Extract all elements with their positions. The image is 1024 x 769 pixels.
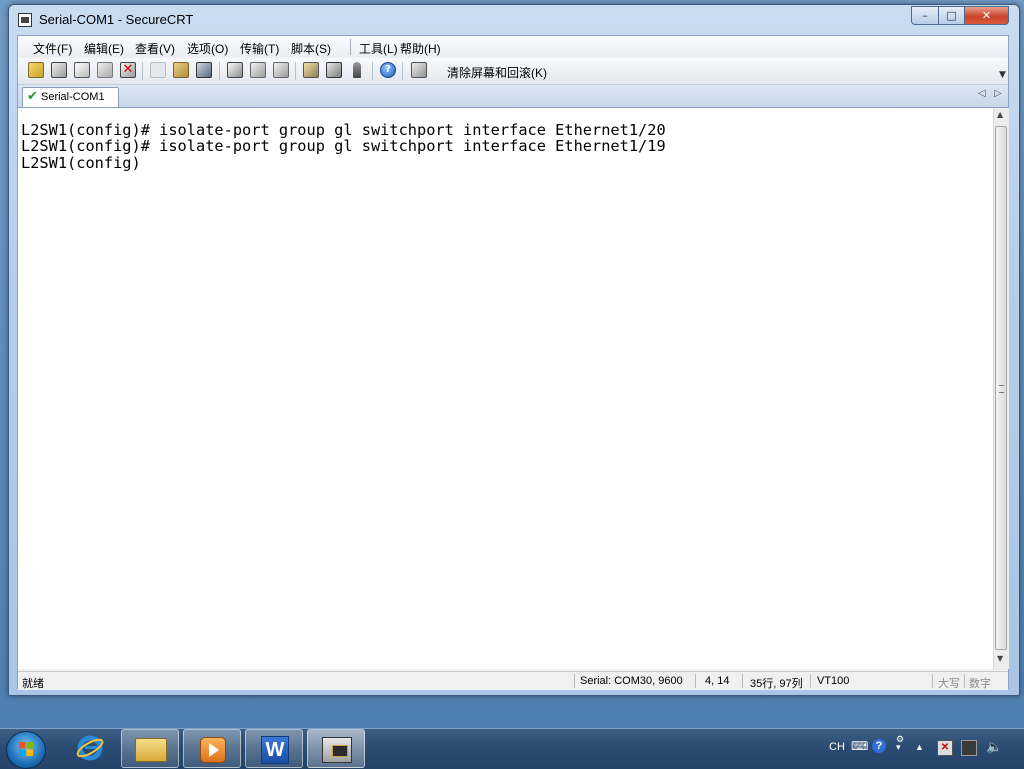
status-caps-lock: 大写 <box>938 678 960 690</box>
folder-icon <box>135 738 167 762</box>
scroll-thumb[interactable] <box>995 126 1007 650</box>
session-options-icon[interactable] <box>303 62 319 78</box>
menu-script[interactable]: 脚本(S) <box>291 40 331 57</box>
media-player-icon <box>200 737 226 763</box>
status-terminal-size: 35行, 97列 <box>750 678 803 690</box>
terminal-line: L2SW1(config)# isolate-port group gl swi… <box>21 137 666 156</box>
find-icon[interactable] <box>196 62 212 78</box>
global-options-icon[interactable] <box>326 62 342 78</box>
status-text: 就绪 <box>22 678 44 690</box>
tab-serial-com1[interactable]: ✔ Serial-COM1 <box>22 87 119 107</box>
terminal-line: L2SW1(config) <box>21 153 141 172</box>
menu-view[interactable]: 查看(V) <box>135 40 175 57</box>
clear-screen-label[interactable]: 清除屏幕和回滚(K) <box>447 64 547 81</box>
tab-scroll-left-icon[interactable]: ◁ <box>978 88 986 99</box>
menu-help[interactable]: 帮助(H) <box>400 40 441 57</box>
reconnect-icon[interactable] <box>97 62 113 78</box>
status-emulation: VT100 <box>817 675 850 687</box>
paste-icon[interactable] <box>173 62 189 78</box>
toolbar-separator <box>142 62 143 80</box>
status-cursor-position: 4, 14 <box>705 675 730 687</box>
connect-icon[interactable] <box>28 62 44 78</box>
media-player-taskbar-button[interactable] <box>183 729 241 768</box>
minimize-button[interactable]: – <box>911 6 939 25</box>
status-divider <box>695 674 696 688</box>
scroll-grip-icon <box>999 385 1004 393</box>
toolbar-separator <box>372 62 373 80</box>
terminal-output: L2SW1(config)# isolate-port group gl swi… <box>21 122 666 171</box>
menu-file[interactable]: 文件(F) <box>33 40 72 57</box>
wps-writer-icon: W <box>261 736 289 764</box>
show-hidden-icons-icon[interactable]: ▲ <box>915 742 924 752</box>
menu-transfer[interactable]: 传输(T) <box>240 40 279 57</box>
action-center-icon[interactable]: ✕ <box>937 740 953 756</box>
file-explorer-taskbar-button[interactable] <box>121 729 179 768</box>
tab-strip: ✔ Serial-COM1 ◁ ▷ <box>18 85 1008 108</box>
language-indicator[interactable]: CH <box>829 741 845 753</box>
help-icon[interactable]: ? <box>380 62 396 78</box>
internet-explorer-taskbar-button[interactable] <box>61 729 119 768</box>
keymap-icon[interactable] <box>353 62 361 78</box>
disconnect-icon[interactable]: ✕ <box>120 62 136 78</box>
tab-label: Serial-COM1 <box>41 91 105 103</box>
maximize-button[interactable]: □ <box>938 6 965 25</box>
vertical-scrollbar[interactable]: ▲ ▼ <box>993 108 1009 669</box>
clear-screen-icon[interactable] <box>411 62 427 78</box>
start-button[interactable] <box>6 731 46 769</box>
terminal-line: L2SW1(config)# isolate-port group gl swi… <box>21 121 666 139</box>
print-setup-icon[interactable] <box>273 62 289 78</box>
status-num-lock: 数字 <box>969 678 991 690</box>
status-bar: 就绪 Serial: COM30, 9600 4, 14 35行, 97列 VT… <box>18 671 1008 690</box>
tab-scroll-right-icon[interactable]: ▷ <box>994 88 1002 99</box>
toolbar: ✕ ? 清除屏幕和回滚(K) ▼ <box>18 58 1008 85</box>
print-icon[interactable] <box>227 62 243 78</box>
toolbar-overflow-icon[interactable]: ▼ <box>999 70 1006 80</box>
print-selection-icon[interactable] <box>250 62 266 78</box>
status-divider <box>574 674 575 688</box>
status-divider <box>932 674 933 688</box>
quick-connect-icon[interactable] <box>51 62 67 78</box>
internet-explorer-icon <box>76 735 104 761</box>
status-divider <box>742 674 743 688</box>
connect-in-tab-icon[interactable] <box>74 62 90 78</box>
securecrt-taskbar-button[interactable] <box>307 729 365 768</box>
toolbar-separator <box>219 62 220 80</box>
menu-bar: 文件(F) 编辑(E) 查看(V) 选项(O) 传输(T) 脚本(S) 工具(L… <box>18 36 1008 57</box>
close-button[interactable]: ✕ <box>964 6 1009 25</box>
keyboard-icon[interactable]: ⌨ <box>851 739 868 753</box>
toolbar-separator <box>295 62 296 80</box>
menu-options[interactable]: 选项(O) <box>187 40 228 57</box>
taskbar: W CH ⌨ ? ⚙ ▾ ▲ ✕ 🔈 <box>0 728 1024 769</box>
ime-options-icon[interactable]: ⚙ ▾ <box>896 735 904 752</box>
securecrt-icon <box>322 737 352 763</box>
client-area: 文件(F) 编辑(E) 查看(V) 选项(O) 传输(T) 脚本(S) 工具(L… <box>17 35 1009 690</box>
securecrt-window: Serial-COM1 - SecureCRT – □ ✕ 文件(F) 编辑(E… <box>8 4 1020 696</box>
status-divider <box>964 674 965 688</box>
menu-edit[interactable]: 编辑(E) <box>84 40 124 57</box>
volume-icon[interactable]: 🔈 <box>986 739 1002 755</box>
wps-writer-taskbar-button[interactable]: W <box>245 729 303 768</box>
terminal-area[interactable]: L2SW1(config)# isolate-port group gl swi… <box>18 108 993 669</box>
scroll-down-icon[interactable]: ▼ <box>997 654 1003 663</box>
securecrt-app-icon[interactable] <box>18 13 32 27</box>
menu-separator <box>350 39 351 55</box>
copy-icon[interactable] <box>150 62 166 78</box>
status-connection: Serial: COM30, 9600 <box>580 675 683 687</box>
windows-logo-icon <box>19 742 33 756</box>
title-bar[interactable]: Serial-COM1 - SecureCRT – □ ✕ <box>9 5 1019 35</box>
window-title: Serial-COM1 - SecureCRT <box>39 12 194 27</box>
scroll-up-icon[interactable]: ▲ <box>997 110 1003 119</box>
help-tray-icon[interactable]: ? <box>872 739 886 753</box>
menu-tools[interactable]: 工具(L) <box>359 40 398 57</box>
connected-check-icon: ✔ <box>27 89 38 104</box>
status-divider <box>810 674 811 688</box>
toolbar-separator <box>402 62 403 80</box>
network-icon[interactable] <box>961 740 977 756</box>
